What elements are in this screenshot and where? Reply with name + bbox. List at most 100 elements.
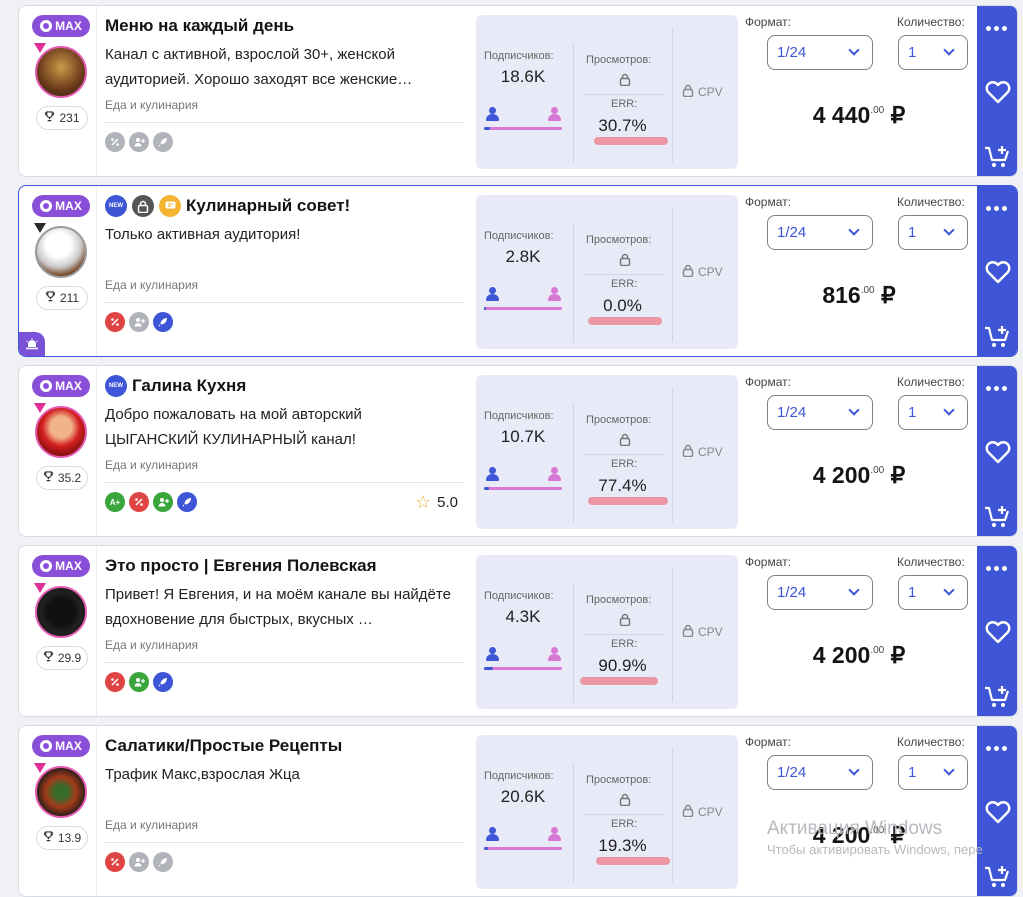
err-label: ERR: <box>611 458 638 470</box>
format-select[interactable]: 1/24 <box>767 575 873 610</box>
channel-card[interactable]: MAX 29.9 Это просто | Евгения Полевская … <box>18 545 1018 717</box>
err-highlight-mark <box>594 137 668 145</box>
subscribers-value: 2.8K <box>505 247 541 266</box>
cpv-lock-icon <box>682 84 694 100</box>
channel-card[interactable]: MAX 231 Меню на каждый день Канал с акти… <box>18 5 1018 177</box>
cpv-locked: CPV <box>682 624 723 640</box>
divider <box>672 387 673 522</box>
price-value: 4 440 <box>812 102 871 128</box>
more-icon[interactable] <box>986 26 1007 31</box>
chevron-down-icon <box>943 404 955 416</box>
favorite-heart-icon[interactable] <box>985 260 1011 289</box>
channel-card[interactable]: MAX 35.2 NEW Галина Кухня Добро пожаловат… <box>18 365 1018 537</box>
channel-title[interactable]: Кулинарный совет! <box>186 196 350 216</box>
gender-bar-male <box>484 667 493 670</box>
more-icon[interactable] <box>986 746 1007 751</box>
divider <box>105 302 463 303</box>
more-icon[interactable] <box>986 386 1007 391</box>
err-value: 19.3% <box>598 836 647 855</box>
diamond-icon <box>33 223 47 237</box>
action-rail <box>977 726 1017 896</box>
quantity-label: Количество: <box>897 555 965 569</box>
channel-title[interactable]: Это просто | Евгения Полевская <box>105 556 377 576</box>
quantity-select[interactable]: 1 <box>898 35 968 70</box>
more-icon[interactable] <box>986 566 1007 571</box>
channel-category: Еда и кулинария <box>105 818 199 832</box>
quantity-select[interactable]: 1 <box>898 395 968 430</box>
quantity-select[interactable]: 1 <box>898 215 968 250</box>
add-to-cart-icon[interactable] <box>984 684 1012 715</box>
star-icon: ☆ <box>415 492 432 512</box>
quantity-label: Количество: <box>897 735 965 749</box>
cpv-locked: CPV <box>682 804 723 820</box>
alarm-bell-icon <box>19 332 45 356</box>
more-icon[interactable] <box>986 206 1007 211</box>
star-rating: ☆ 5.0 <box>415 492 458 513</box>
err-highlight-mark <box>580 677 658 685</box>
views-label: Просмотров: <box>586 594 652 606</box>
err-value: 0.0% <box>603 296 642 315</box>
views-label: Просмотров: <box>586 234 652 246</box>
price-cents: .00 <box>860 285 875 296</box>
quantity-select[interactable]: 1 <box>898 575 968 610</box>
cpv-lock-icon <box>682 264 694 280</box>
action-rail <box>977 186 1017 356</box>
format-select[interactable]: 1/24 <box>767 215 873 250</box>
quantity-value: 1 <box>908 404 917 421</box>
max-logo-icon <box>40 740 53 752</box>
add-user-icon <box>129 852 149 872</box>
diamond-icon <box>33 403 47 417</box>
channel-category: Еда и кулинария <box>105 638 199 652</box>
cpv-lock-icon <box>682 444 694 460</box>
feature-chips: A+ <box>105 492 197 512</box>
add-to-cart-icon[interactable] <box>984 324 1012 355</box>
add-to-cart-icon[interactable] <box>984 504 1012 535</box>
rating-badge: 13.9 <box>36 826 88 850</box>
channel-card[interactable]: MAX 211 NEW Кулинарный совет! Только акти… <box>18 185 1018 357</box>
channel-title[interactable]: Галина Кухня <box>132 376 246 396</box>
favorite-heart-icon[interactable] <box>985 800 1011 829</box>
format-select[interactable]: 1/24 <box>767 755 873 790</box>
views-lock-icon <box>619 433 631 451</box>
subscribers-label: Подписчиков: <box>484 230 554 242</box>
format-select[interactable]: 1/24 <box>767 35 873 70</box>
gender-split <box>484 287 562 311</box>
rocket-icon <box>153 672 173 692</box>
quantity-select[interactable]: 1 <box>898 755 968 790</box>
divider <box>96 6 97 176</box>
err-highlight-mark <box>588 317 662 325</box>
subscribers-label: Подписчиков: <box>484 770 554 782</box>
favorite-heart-icon[interactable] <box>985 620 1011 649</box>
chevron-down-icon <box>943 764 955 776</box>
add-user-icon <box>129 672 149 692</box>
err-value: 90.9% <box>598 656 647 675</box>
max-badge: MAX <box>32 555 90 577</box>
channel-title[interactable]: Меню на каждый день <box>105 16 294 36</box>
trophy-icon <box>43 471 54 485</box>
channel-title[interactable]: Салатики/Простые Рецепты <box>105 736 342 756</box>
divider <box>672 747 673 882</box>
channel-card[interactable]: MAX 13.9 Салатики/Простые Рецепты Трафик… <box>18 725 1018 897</box>
add-to-cart-icon[interactable] <box>984 144 1012 175</box>
format-label: Формат: <box>745 195 791 209</box>
male-icon <box>486 827 499 841</box>
price: 4 200.00 ₽ <box>749 462 969 489</box>
favorite-heart-icon[interactable] <box>985 80 1011 109</box>
gender-bar-male <box>484 307 486 310</box>
divider <box>573 763 574 883</box>
gender-bar-male <box>484 847 488 850</box>
title-row: NEW Кулинарный совет! <box>105 194 350 218</box>
channel-description: Канал с активной, взрослой 30+, женской … <box>105 46 413 88</box>
chevron-down-icon <box>848 764 860 776</box>
favorite-heart-icon[interactable] <box>985 440 1011 469</box>
cpv-locked: CPV <box>682 444 723 460</box>
divider <box>672 207 673 342</box>
price: 816.00 ₽ <box>749 282 969 309</box>
format-select[interactable]: 1/24 <box>767 395 873 430</box>
add-to-cart-icon[interactable] <box>984 864 1012 895</box>
divider <box>105 122 463 123</box>
subscribers-label: Подписчиков: <box>484 590 554 602</box>
discount-icon <box>105 672 125 692</box>
gender-split <box>484 647 562 671</box>
feature-chips <box>105 852 173 872</box>
